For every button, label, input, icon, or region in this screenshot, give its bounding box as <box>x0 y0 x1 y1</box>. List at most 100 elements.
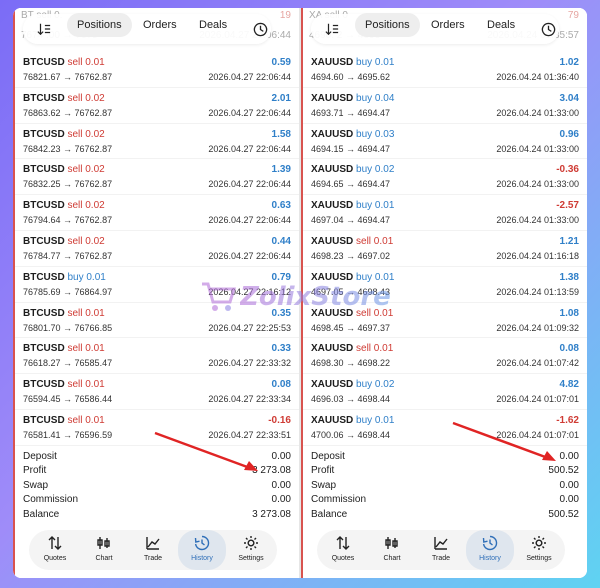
clock-icon[interactable] <box>541 22 556 37</box>
deal-profit: 0.96 <box>559 128 579 140</box>
deal-side: buy 0.01 <box>67 271 106 283</box>
deal-row[interactable]: XAUUSD buy 0.01 4697.04 → 4694.47 -2.57 202… <box>303 195 587 231</box>
tab-deals[interactable]: Deals <box>487 19 515 31</box>
tab-orders[interactable]: Orders <box>431 19 465 31</box>
deal-symbol: BTCUSD sell 0.02 <box>23 93 105 104</box>
summary-label: Deposit <box>23 450 57 462</box>
bottom-nav: Quotes Chart Trade History Settings <box>317 530 565 570</box>
deal-row[interactable]: BTCUSD sell 0.01 76618.27 → 76585.47 0.33 2… <box>15 338 299 375</box>
deal-prices: 76801.70 → 76766.85 <box>23 322 113 333</box>
deal-profit: 0.59 <box>271 57 291 68</box>
right-history-panel: XA sell 04690. 2 → 46932026.04.24 01:35:… <box>301 8 587 578</box>
deal-profit: -1.62 <box>556 414 579 426</box>
deal-row[interactable]: BTCUSD sell 0.02 76832.25 → 76762.87 1.39 2… <box>15 159 299 196</box>
summary-row-swap: Swap 0.00 <box>303 479 587 494</box>
nav-quotes[interactable]: Quotes <box>319 530 367 570</box>
deal-row[interactable]: XAUUSD buy 0.02 4694.65 → 4694.47 -0.36 202… <box>303 159 587 196</box>
deal-row[interactable]: BTCUSD sell 0.02 76842.23 → 76762.87 1.58 2… <box>15 124 299 160</box>
deal-row[interactable]: BTCUSD buy 0.01 76785.69 → 76864.97 0.79 20… <box>15 267 299 303</box>
summary-row-profit: Profit 500.52 <box>303 464 587 479</box>
deal-row[interactable]: XAUUSD buy 0.01 4694.60 → 4695.62 1.02 2026… <box>303 52 587 88</box>
deal-side: buy 0.02 <box>356 379 395 391</box>
deal-row[interactable]: BTCUSD sell 0.02 76784.77 → 76762.87 0.44 2… <box>15 231 299 267</box>
deal-side: sell 0.01 <box>67 414 105 426</box>
nav-settings[interactable]: Settings <box>227 530 275 570</box>
deal-row[interactable]: BTCUSD sell 0.01 76821.67 → 76762.87 0.59 2… <box>15 52 299 88</box>
deal-side: sell 0.01 <box>356 307 394 319</box>
summary-label: Swap <box>23 479 49 491</box>
deal-symbol: BTCUSD sell 0.01 <box>23 415 105 426</box>
summary-label: Profit <box>311 465 335 477</box>
nav-quotes[interactable]: Quotes <box>31 530 79 570</box>
deal-side: sell 0.01 <box>356 235 394 247</box>
deal-row[interactable]: XAUUSD sell 0.01 4698.23 → 4697.02 1.21 202… <box>303 231 587 267</box>
sort-icon[interactable] <box>325 22 341 36</box>
deal-symbol: XAUUSD buy 0.03 <box>311 129 394 140</box>
deal-row[interactable]: BTCUSD sell 0.01 76581.41 → 76596.59 -0.16… <box>15 410 299 446</box>
deal-side: sell 0.01 <box>67 57 105 68</box>
deal-row[interactable]: XAUUSD buy 0.04 4693.71 → 4694.47 3.04 2026… <box>303 88 587 124</box>
nav-label: History <box>479 555 501 562</box>
deal-symbol: XAUUSD sell 0.01 <box>311 308 393 319</box>
deal-row[interactable]: BTCUSD sell 0.02 76794.64 → 76762.87 0.63 2… <box>15 195 299 231</box>
deal-time: 2026.04.24 01:07:01 <box>496 429 579 440</box>
deal-row[interactable]: XAUUSD buy 0.02 4696.03 → 4698.44 4.82 2026… <box>303 374 587 410</box>
summary-label: Swap <box>311 479 337 491</box>
deal-profit: 0.08 <box>559 343 579 355</box>
settings-icon <box>531 535 547 551</box>
deal-time: 2026.04.24 01:07:42 <box>496 358 579 369</box>
tab-orders[interactable]: Orders <box>143 19 177 31</box>
tab-deals[interactable]: Deals <box>199 19 227 31</box>
deal-prices: 76863.62 → 76762.87 <box>23 107 113 118</box>
deal-row[interactable]: XAUUSD buy 0.03 4694.15 → 4694.47 0.96 2026… <box>303 124 587 160</box>
summary-value: 0.00 <box>271 479 291 491</box>
deal-row[interactable]: XAUUSD buy 0.01 4700.06 → 4698.44 -1.62 202… <box>303 410 587 446</box>
deal-row[interactable]: BTCUSD sell 0.02 76863.62 → 76762.87 2.01 2… <box>15 88 299 124</box>
symbol-name: BTCUSD <box>23 379 65 391</box>
symbol-name: BTCUSD <box>23 271 65 283</box>
deal-row[interactable]: XAUUSD buy 0.01 4697.05 → 4698.43 1.38 2026… <box>303 267 587 303</box>
top-tab-bar: BT sell 0.7674 .00 → 76752026.04.27 22:0… <box>15 8 299 50</box>
summary-value: 0.00 <box>271 494 291 506</box>
account-summary: Deposit 0.00 Profit 3 273.08 Swap 0.00 Commiss… <box>15 450 299 523</box>
deal-prices: 4698.45 → 4697.37 <box>311 322 391 333</box>
deal-side: buy 0.04 <box>356 92 395 104</box>
deal-profit: -0.16 <box>268 414 291 426</box>
nav-trade[interactable]: Trade <box>129 530 177 570</box>
symbol-name: XAUUSD <box>311 235 354 247</box>
nav-history[interactable]: History <box>466 530 514 570</box>
deal-row[interactable]: XAUUSD sell 0.01 4698.45 → 4697.37 1.08 202… <box>303 303 587 339</box>
summary-row-swap: Swap 0.00 <box>15 479 299 494</box>
deal-side: sell 0.02 <box>67 164 105 176</box>
deal-prices: 4700.06 → 4698.44 <box>311 429 391 440</box>
deal-profit: 0.44 <box>271 235 291 247</box>
deal-row[interactable]: BTCUSD sell 0.01 76801.70 → 76766.85 0.35 2… <box>15 303 299 339</box>
nav-trade[interactable]: Trade <box>417 530 465 570</box>
summary-value: 500.52 <box>548 508 579 520</box>
symbol-name: BTCUSD <box>23 57 65 68</box>
deal-prices: 4697.05 → 4698.43 <box>311 286 391 297</box>
deal-symbol: XAUUSD buy 0.01 <box>311 272 394 283</box>
clock-icon[interactable] <box>253 22 268 37</box>
tab-positions[interactable]: Positions <box>355 13 420 37</box>
deal-time: 2026.04.24 01:09:32 <box>496 322 579 333</box>
nav-chart[interactable]: Chart <box>368 530 416 570</box>
deal-profit: -2.57 <box>556 200 579 212</box>
nav-label: Quotes <box>43 555 67 562</box>
deal-row[interactable]: BTCUSD sell 0.01 76594.45 → 76586.44 0.08 2… <box>15 374 299 410</box>
deal-prices: 4694.15 → 4694.47 <box>311 143 391 154</box>
deal-side: sell 0.01 <box>67 379 105 391</box>
nav-settings[interactable]: Settings <box>515 530 563 570</box>
deal-time: 2026.04.27 22:06:44 <box>208 215 291 226</box>
summary-value: 0.00 <box>559 450 579 462</box>
deal-row[interactable]: XAUUSD sell 0.01 4698.30 → 4698.22 0.08 202… <box>303 338 587 375</box>
deal-prices: 76581.41 → 76596.59 <box>23 429 113 440</box>
deal-prices: 4694.65 → 4694.47 <box>311 179 391 190</box>
tab-positions[interactable]: Positions <box>67 13 132 37</box>
symbol-name: XAUUSD <box>311 92 354 104</box>
sort-icon[interactable] <box>37 22 53 36</box>
deal-symbol: XAUUSD buy 0.02 <box>311 379 394 390</box>
deal-profit: -0.36 <box>556 164 579 176</box>
nav-chart[interactable]: Chart <box>80 530 128 570</box>
nav-history[interactable]: History <box>178 530 226 570</box>
